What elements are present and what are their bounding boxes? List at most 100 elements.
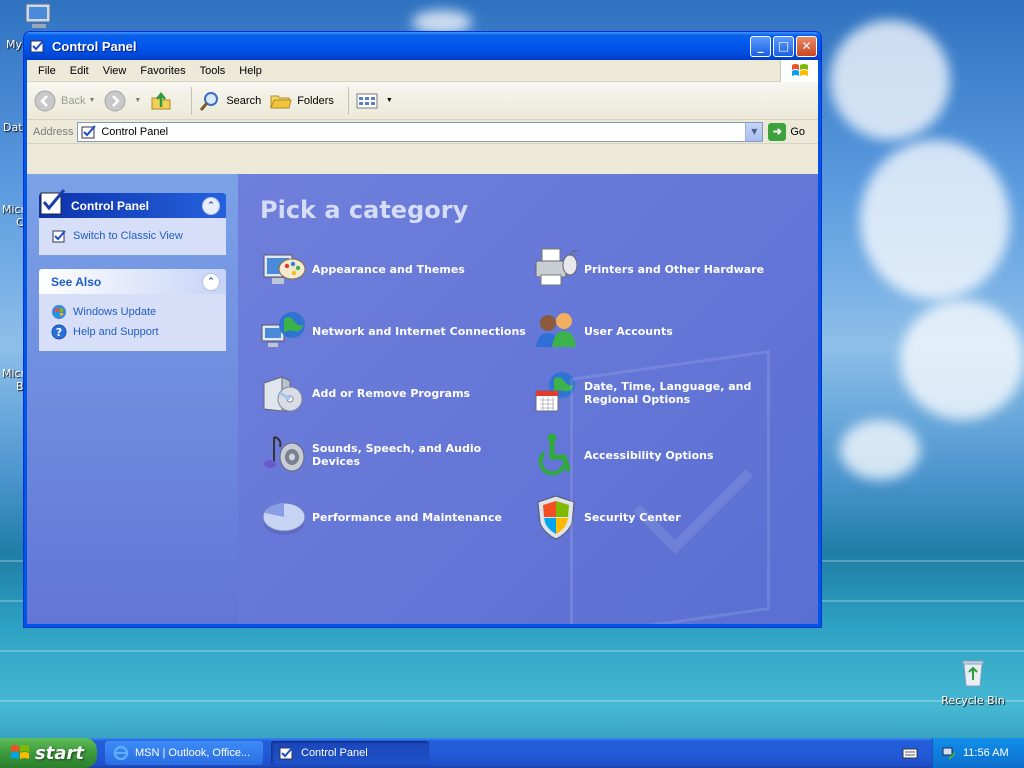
system-tray: 11:56 AM — [932, 738, 1024, 768]
search-button[interactable]: Search — [198, 89, 261, 113]
svg-text:?: ? — [56, 326, 62, 339]
close-icon: ✕ — [801, 39, 812, 53]
window-client: File Edit View Favorites Tools Help Back… — [27, 60, 818, 624]
control-panel-small-icon — [81, 124, 97, 138]
desktop-icon-label-my[interactable]: My — [6, 38, 22, 51]
task-pane: Control Panel ⌃ Switch to Classic View S… — [27, 174, 238, 624]
control-panel-box-header[interactable]: Control Panel ⌃ — [39, 189, 226, 218]
category-label: Appearance and Themes — [312, 262, 465, 276]
folders-icon — [270, 95, 292, 108]
control-panel-box: Control Panel ⌃ Switch to Classic View — [39, 189, 226, 255]
menu-file[interactable]: File — [31, 65, 63, 77]
sea-wave — [0, 650, 1024, 652]
my-computer-icon[interactable] — [22, 2, 56, 34]
collapse-chevron-icon[interactable]: ⌃ — [202, 196, 220, 215]
menu-bar: File Edit View Favorites Tools Help — [27, 60, 818, 82]
taskbar-item-control-panel[interactable]: Control Panel — [271, 741, 429, 765]
address-value: Control Panel — [101, 125, 169, 138]
views-button[interactable]: ▼ — [355, 89, 393, 113]
views-grid-icon — [356, 93, 378, 108]
start-button[interactable]: start — [0, 738, 97, 768]
taskbar-item-label: Control Panel — [301, 747, 368, 759]
close-button[interactable]: ✕ — [796, 35, 817, 57]
performance-pie-icon — [262, 502, 306, 535]
menu-tools[interactable]: Tools — [193, 65, 233, 77]
desktop-icon-label-data[interactable]: Dat — [3, 121, 23, 134]
category-sounds-speech-audio[interactable]: Sounds, Speech, and Audio Devices — [260, 424, 532, 486]
back-dropdown-icon[interactable]: ▼ — [88, 97, 95, 104]
windows-flag-icon — [791, 64, 808, 76]
windows-update-link[interactable]: Windows Update — [51, 302, 214, 322]
category-network-internet[interactable]: Network and Internet Connections — [260, 300, 532, 362]
recycle-bin-label: Recycle Bin — [941, 694, 1005, 707]
go-button[interactable]: ➜ Go — [768, 122, 805, 141]
see-also-title: See Also — [51, 274, 102, 289]
windows-update-label: Windows Update — [73, 306, 157, 318]
see-also-box: See Also ⌃ Windows Update ? Help and Sup… — [39, 269, 226, 351]
forward-arrow-icon — [104, 90, 126, 111]
appearance-themes-icon — [263, 254, 306, 284]
control-panel-box-title: Control Panel — [71, 198, 150, 213]
control-panel-icon — [30, 39, 45, 53]
add-remove-programs-icon — [263, 376, 303, 412]
switch-classic-view-link[interactable]: Switch to Classic View — [51, 226, 214, 246]
clock[interactable]: 11:56 AM — [963, 747, 1009, 759]
category-label: Sounds, Speech, and Audio Devices — [312, 442, 482, 468]
title-bar[interactable]: Control Panel _ □ ✕ — [24, 32, 821, 60]
recycle-bin[interactable]: Recycle Bin — [938, 656, 1008, 707]
cloud — [830, 20, 950, 140]
help-and-support-link[interactable]: ? Help and Support — [51, 322, 214, 342]
user-accounts-icon — [536, 313, 576, 347]
category-label: Network and Internet Connections — [312, 324, 526, 338]
control-panel-window[interactable]: Control Panel _ □ ✕ File Edit View Favor… — [23, 31, 822, 628]
category-label: User Accounts — [584, 324, 673, 338]
keyboard-icon[interactable] — [902, 746, 918, 760]
windows-flag-icon — [11, 745, 29, 759]
taskbar-item-label: MSN | Outlook, Office... — [135, 747, 251, 759]
desktop-icon-label-micr[interactable]: Micr — [2, 203, 25, 216]
address-input[interactable]: Control Panel ▼ — [77, 121, 764, 142]
search-label: Search — [226, 94, 262, 107]
menu-help[interactable]: Help — [232, 65, 269, 77]
control-panel-small-icon — [279, 746, 294, 760]
forward-button[interactable]: ▼ — [103, 89, 141, 113]
menu-favorites[interactable]: Favorites — [133, 65, 192, 77]
desktop-icon-label-micr2[interactable]: Micr — [2, 367, 25, 380]
menu-view[interactable]: View — [96, 65, 134, 77]
search-icon — [200, 91, 219, 111]
forward-dropdown-icon[interactable]: ▼ — [134, 97, 141, 104]
network-tray-icon[interactable] — [941, 745, 957, 761]
see-also-header[interactable]: See Also ⌃ — [39, 269, 226, 294]
control-panel-badge-icon — [40, 189, 66, 215]
help-icon: ? — [51, 324, 67, 340]
back-arrow-icon — [34, 90, 56, 111]
go-arrow-icon: ➜ — [768, 122, 787, 141]
network-globe-icon — [261, 312, 305, 347]
internet-explorer-icon — [113, 745, 129, 761]
back-button[interactable]: Back ▼ — [33, 89, 95, 113]
category-performance-maintenance[interactable]: Performance and Maintenance — [260, 486, 532, 548]
windows-logo — [780, 60, 818, 82]
collapse-chevron-icon[interactable]: ⌃ — [202, 272, 220, 291]
category-add-remove-programs[interactable]: Add or Remove Programs — [260, 362, 532, 424]
content-area: Control Panel ⌃ Switch to Classic View S… — [27, 174, 818, 624]
sounds-speaker-icon — [264, 436, 305, 472]
maximize-icon: □ — [777, 39, 790, 53]
folders-button[interactable]: Folders — [269, 89, 334, 113]
control-panel-box-body: Switch to Classic View — [39, 218, 226, 255]
category-appearance-and-themes[interactable]: Appearance and Themes — [260, 238, 532, 300]
taskbar-item-msn[interactable]: MSN | Outlook, Office... — [105, 741, 263, 765]
taskbar: start MSN | Outlook, Office... Control P… — [0, 738, 1024, 768]
window-title: Control Panel — [52, 38, 137, 54]
printer-icon — [535, 248, 579, 286]
switch-classic-view-label: Switch to Classic View — [73, 230, 183, 242]
up-button[interactable] — [149, 89, 177, 113]
maximize-button[interactable]: □ — [773, 35, 794, 57]
minimize-button[interactable]: _ — [750, 35, 771, 57]
category-view: Pick a category Appearance and Themes Pr… — [238, 174, 818, 624]
menu-edit[interactable]: Edit — [63, 65, 96, 77]
category-printers-hardware[interactable]: Printers and Other Hardware — [532, 238, 804, 300]
views-dropdown-icon[interactable]: ▼ — [386, 97, 393, 104]
address-dropdown-icon[interactable]: ▼ — [745, 122, 763, 141]
windows-update-icon — [52, 305, 66, 319]
